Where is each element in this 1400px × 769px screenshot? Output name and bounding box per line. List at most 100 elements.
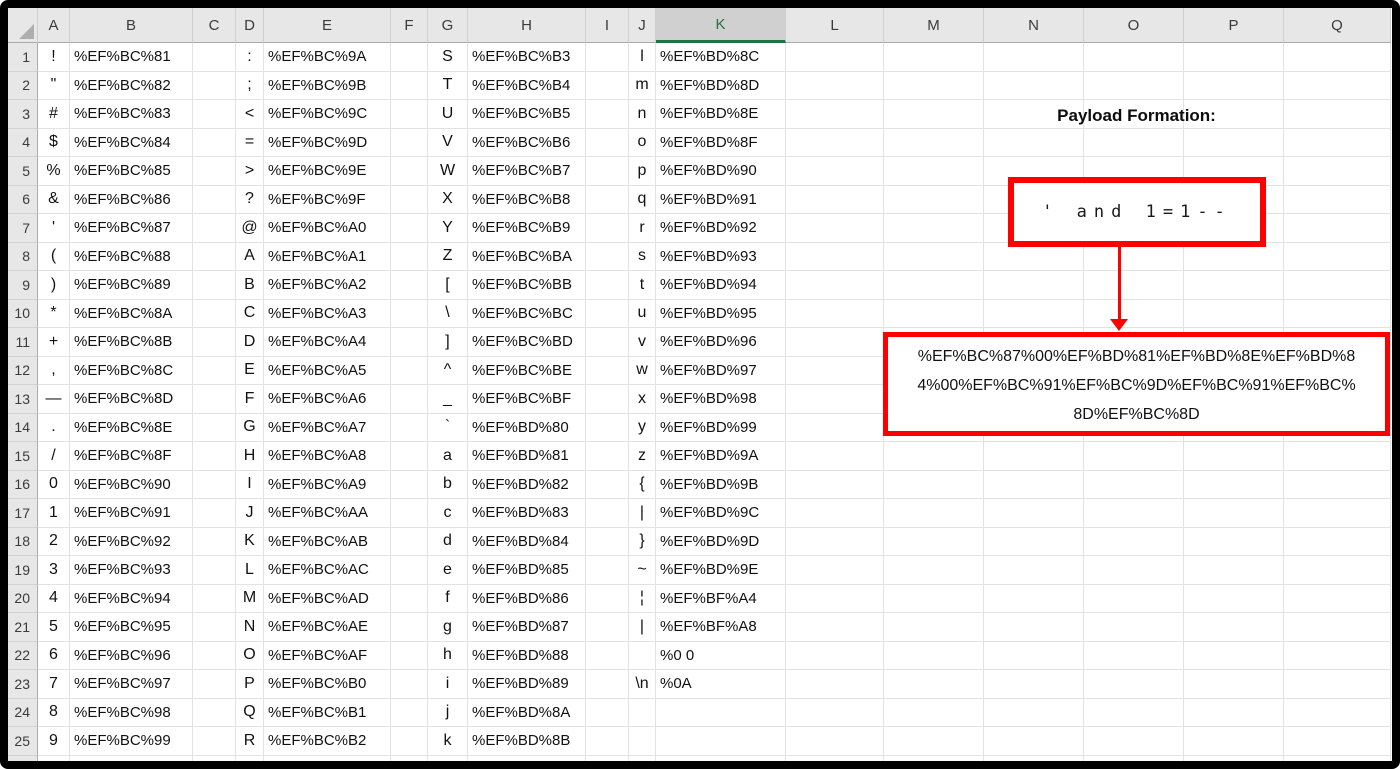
cell-L18[interactable] — [786, 527, 884, 556]
cell-D16[interactable]: I — [236, 470, 264, 499]
cell-B11[interactable]: %EF%BC%8B — [70, 328, 193, 357]
cell-A14[interactable]: . — [38, 413, 70, 442]
cell-O18[interactable] — [1084, 527, 1184, 556]
cell-M14[interactable] — [884, 413, 984, 442]
cell-O24[interactable] — [1084, 698, 1184, 727]
cell-E19[interactable]: %EF%BC%AC — [264, 556, 391, 585]
cell-N15[interactable] — [984, 442, 1084, 471]
cell-I10[interactable] — [586, 299, 629, 328]
cell-M1[interactable] — [884, 43, 984, 72]
cell-N20[interactable] — [984, 584, 1084, 613]
column-header-o[interactable]: O — [1084, 8, 1184, 43]
row-header-3[interactable]: 3 — [8, 100, 38, 129]
cell-Q18[interactable] — [1284, 527, 1391, 556]
cell-B18[interactable]: %EF%BC%92 — [70, 527, 193, 556]
cell-H20[interactable]: %EF%BD%86 — [468, 584, 586, 613]
cell-N14[interactable] — [984, 413, 1084, 442]
cell-Q19[interactable] — [1284, 556, 1391, 585]
cell-D15[interactable]: H — [236, 442, 264, 471]
column-header-c[interactable]: C — [193, 8, 236, 43]
cell-F13[interactable] — [391, 385, 428, 414]
cell-N24[interactable] — [984, 698, 1084, 727]
cell-P12[interactable] — [1184, 356, 1284, 385]
cell-C25[interactable] — [193, 727, 236, 756]
cell-E21[interactable]: %EF%BC%AE — [264, 613, 391, 642]
cell-B15[interactable]: %EF%BC%8F — [70, 442, 193, 471]
cell-H6[interactable]: %EF%BC%B8 — [468, 185, 586, 214]
row-header-8[interactable]: 8 — [8, 242, 38, 271]
cell-B1[interactable]: %EF%BC%81 — [70, 43, 193, 72]
cell-B19[interactable]: %EF%BC%93 — [70, 556, 193, 585]
cell-I16[interactable] — [586, 470, 629, 499]
cell-A16[interactable]: 0 — [38, 470, 70, 499]
cell-G6[interactable]: X — [428, 185, 468, 214]
cell-D4[interactable]: = — [236, 128, 264, 157]
row-header-21[interactable]: 21 — [8, 613, 38, 642]
cell-F11[interactable] — [391, 328, 428, 357]
cell-F26[interactable] — [391, 755, 428, 761]
cell-B9[interactable]: %EF%BC%89 — [70, 271, 193, 300]
cell-M5[interactable] — [884, 157, 984, 186]
cell-B23[interactable]: %EF%BC%97 — [70, 670, 193, 699]
cell-M6[interactable] — [884, 185, 984, 214]
cell-H13[interactable]: %EF%BC%BF — [468, 385, 586, 414]
cell-M18[interactable] — [884, 527, 984, 556]
cell-L3[interactable] — [786, 100, 884, 129]
cell-H10[interactable]: %EF%BC%BC — [468, 299, 586, 328]
cell-P5[interactable] — [1184, 157, 1284, 186]
cell-H19[interactable]: %EF%BD%85 — [468, 556, 586, 585]
cell-H15[interactable]: %EF%BD%81 — [468, 442, 586, 471]
row-header-17[interactable]: 17 — [8, 499, 38, 528]
column-header-l[interactable]: L — [786, 8, 884, 43]
cell-F18[interactable] — [391, 527, 428, 556]
cell-Q26[interactable] — [1284, 755, 1391, 761]
cell-C2[interactable] — [193, 71, 236, 100]
cell-P4[interactable] — [1184, 128, 1284, 157]
cell-F20[interactable] — [391, 584, 428, 613]
cell-P19[interactable] — [1184, 556, 1284, 585]
cell-K16[interactable]: %EF%BD%9B — [656, 470, 786, 499]
cell-P23[interactable] — [1184, 670, 1284, 699]
cell-M9[interactable] — [884, 271, 984, 300]
cell-K1[interactable]: %EF%BD%8C — [656, 43, 786, 72]
cell-L22[interactable] — [786, 641, 884, 670]
cell-E11[interactable]: %EF%BC%A4 — [264, 328, 391, 357]
cell-I14[interactable] — [586, 413, 629, 442]
cell-O16[interactable] — [1084, 470, 1184, 499]
cell-C17[interactable] — [193, 499, 236, 528]
cell-N4[interactable] — [984, 128, 1084, 157]
cell-B4[interactable]: %EF%BC%84 — [70, 128, 193, 157]
cell-P22[interactable] — [1184, 641, 1284, 670]
cell-G26[interactable] — [428, 755, 468, 761]
cell-N17[interactable] — [984, 499, 1084, 528]
cell-F10[interactable] — [391, 299, 428, 328]
cell-M10[interactable] — [884, 299, 984, 328]
cell-N5[interactable] — [984, 157, 1084, 186]
cell-M19[interactable] — [884, 556, 984, 585]
cell-I9[interactable] — [586, 271, 629, 300]
cell-I18[interactable] — [586, 527, 629, 556]
cell-M17[interactable] — [884, 499, 984, 528]
row-header-4[interactable]: 4 — [8, 128, 38, 157]
row-header-11[interactable]: 11 — [8, 328, 38, 357]
cell-H11[interactable]: %EF%BC%BD — [468, 328, 586, 357]
cell-C7[interactable] — [193, 214, 236, 243]
cell-K12[interactable]: %EF%BD%97 — [656, 356, 786, 385]
cell-J5[interactable]: p — [629, 157, 656, 186]
cell-Q23[interactable] — [1284, 670, 1391, 699]
cell-M12[interactable] — [884, 356, 984, 385]
cell-J21[interactable]: | — [629, 613, 656, 642]
column-header-d[interactable]: D — [236, 8, 264, 43]
cell-I20[interactable] — [586, 584, 629, 613]
cell-A22[interactable]: 6 — [38, 641, 70, 670]
cell-D9[interactable]: B — [236, 271, 264, 300]
cell-N9[interactable] — [984, 271, 1084, 300]
cell-K21[interactable]: %EF%BF%A8 — [656, 613, 786, 642]
cell-F6[interactable] — [391, 185, 428, 214]
cell-N19[interactable] — [984, 556, 1084, 585]
cell-Q4[interactable] — [1284, 128, 1391, 157]
cell-J26[interactable] — [629, 755, 656, 761]
cell-I4[interactable] — [586, 128, 629, 157]
cell-C8[interactable] — [193, 242, 236, 271]
cell-O13[interactable] — [1084, 385, 1184, 414]
